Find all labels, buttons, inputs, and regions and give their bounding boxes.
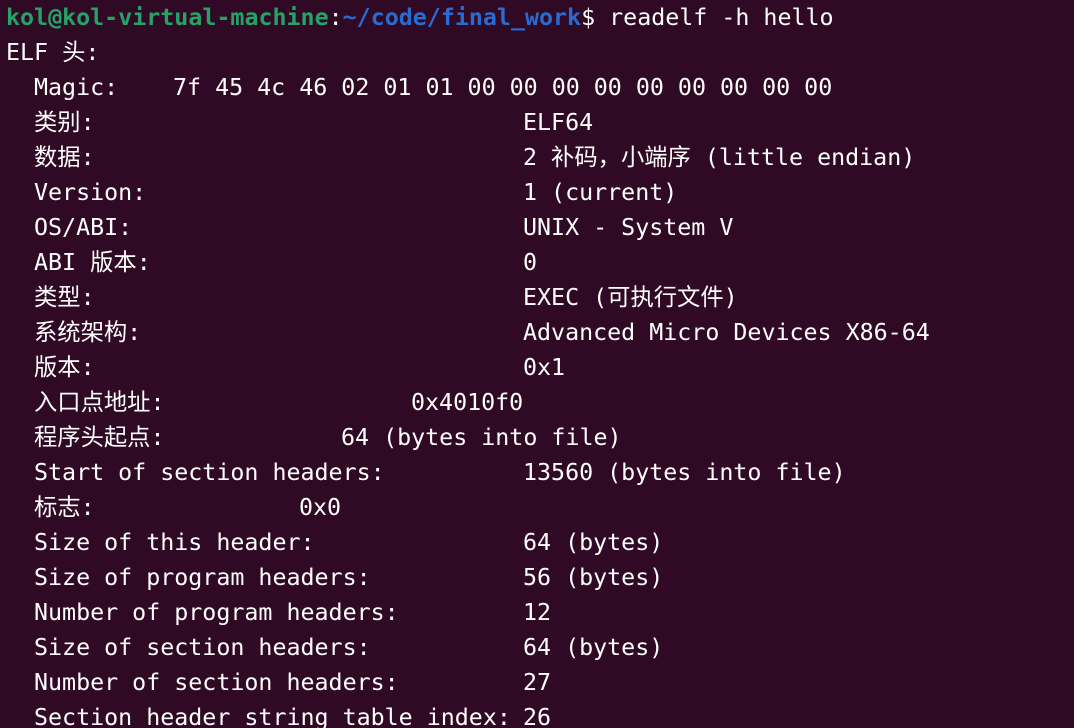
field-value: Advanced Micro Devices X86-64 — [523, 319, 930, 346]
field-row-shentsize: Size of section headers: 64 (bytes) — [6, 630, 1074, 665]
field-value: 27 — [523, 669, 552, 696]
field-value: 0x1 — [523, 354, 566, 381]
field-value: 64 (bytes) — [523, 529, 664, 556]
field-row-shstrndx: Section header string table index: 26 — [6, 700, 1074, 728]
prompt-dollar: $ — [581, 4, 596, 31]
field-value: 64 (bytes) — [523, 634, 664, 661]
terminal-window[interactable]: kol@kol-virtual-machine:~/code/final_wor… — [0, 0, 1074, 728]
field-label: 类型: — [34, 284, 95, 311]
field-label: 标志: — [34, 494, 95, 521]
field-label: OS/ABI: — [34, 214, 133, 241]
field-label: 系统架构: — [34, 319, 142, 346]
field-value: 64 (bytes into file) — [341, 424, 622, 451]
field-value: UNIX - System V — [523, 214, 734, 241]
field-row-flags: 标志: 0x0 — [6, 490, 1074, 525]
field-row-entry: 入口点地址: 0x4010f0 — [6, 385, 1074, 420]
field-row-elf-version: 版本: 0x1 — [6, 350, 1074, 385]
field-value: 0x0 — [299, 494, 342, 521]
field-row-machine: 系统架构: Advanced Micro Devices X86-64 — [6, 315, 1074, 350]
field-label: Size of program headers: — [34, 564, 371, 591]
field-row-type: 类型: EXEC (可执行文件) — [6, 280, 1074, 315]
field-row-class: 类别: ELF64 — [6, 105, 1074, 140]
prompt-colon: : — [328, 4, 343, 31]
field-label: 数据: — [34, 144, 95, 171]
field-row-phnum: Number of program headers: 12 — [6, 595, 1074, 630]
field-value: 12 — [523, 599, 552, 626]
prompt-path: ~/code/final_work — [342, 4, 582, 31]
field-value: 2 补码，小端序 (little endian) — [523, 144, 916, 171]
field-label: Magic: — [34, 74, 119, 101]
field-label: Size of section headers: — [34, 634, 371, 661]
prompt-line: kol@kol-virtual-machine:~/code/final_wor… — [6, 0, 1074, 35]
prompt-user-host: kol@kol-virtual-machine — [6, 4, 329, 31]
field-label: Size of this header: — [34, 529, 315, 556]
field-label: Number of program headers: — [34, 599, 399, 626]
field-row-ehsize: Size of this header: 64 (bytes) — [6, 525, 1074, 560]
field-row-version: Version: 1 (current) — [6, 175, 1074, 210]
field-label: Number of section headers: — [34, 669, 399, 696]
field-label: Section header string table index: — [34, 704, 511, 728]
field-value: 26 — [523, 704, 552, 728]
field-value: 0 — [523, 249, 538, 276]
field-label: 程序头起点: — [34, 424, 165, 451]
field-value: 56 (bytes) — [523, 564, 664, 591]
field-row-magic: Magic: 7f 45 4c 46 02 01 01 00 00 00 00 … — [6, 70, 1074, 105]
field-value: ELF64 — [523, 109, 594, 136]
elf-header-title-text: ELF 头: — [6, 39, 100, 66]
field-label: 类别: — [34, 109, 95, 136]
field-label: 入口点地址: — [34, 389, 165, 416]
field-label: Start of section headers: — [34, 459, 385, 486]
field-row-shnum: Number of section headers: 27 — [6, 665, 1074, 700]
field-value: 0x4010f0 — [411, 389, 524, 416]
field-row-abi-version: ABI 版本: 0 — [6, 245, 1074, 280]
command-text: readelf -h hello — [595, 4, 834, 31]
field-row-shoff: Start of section headers: 13560 (bytes i… — [6, 455, 1074, 490]
field-value: EXEC (可执行文件) — [523, 284, 738, 311]
elf-header-title: ELF 头: — [6, 35, 1074, 70]
field-row-phentsize: Size of program headers: 56 (bytes) — [6, 560, 1074, 595]
field-label: Version: — [34, 179, 147, 206]
field-row-data: 数据: 2 补码，小端序 (little endian) — [6, 140, 1074, 175]
field-row-osabi: OS/ABI: UNIX - System V — [6, 210, 1074, 245]
field-value: 7f 45 4c 46 02 01 01 00 00 00 00 00 00 0… — [173, 74, 833, 101]
field-label: ABI 版本: — [34, 249, 151, 276]
field-label: 版本: — [34, 354, 95, 381]
field-value: 1 (current) — [523, 179, 678, 206]
field-row-phoff: 程序头起点: 64 (bytes into file) — [6, 420, 1074, 455]
field-value: 13560 (bytes into file) — [523, 459, 846, 486]
